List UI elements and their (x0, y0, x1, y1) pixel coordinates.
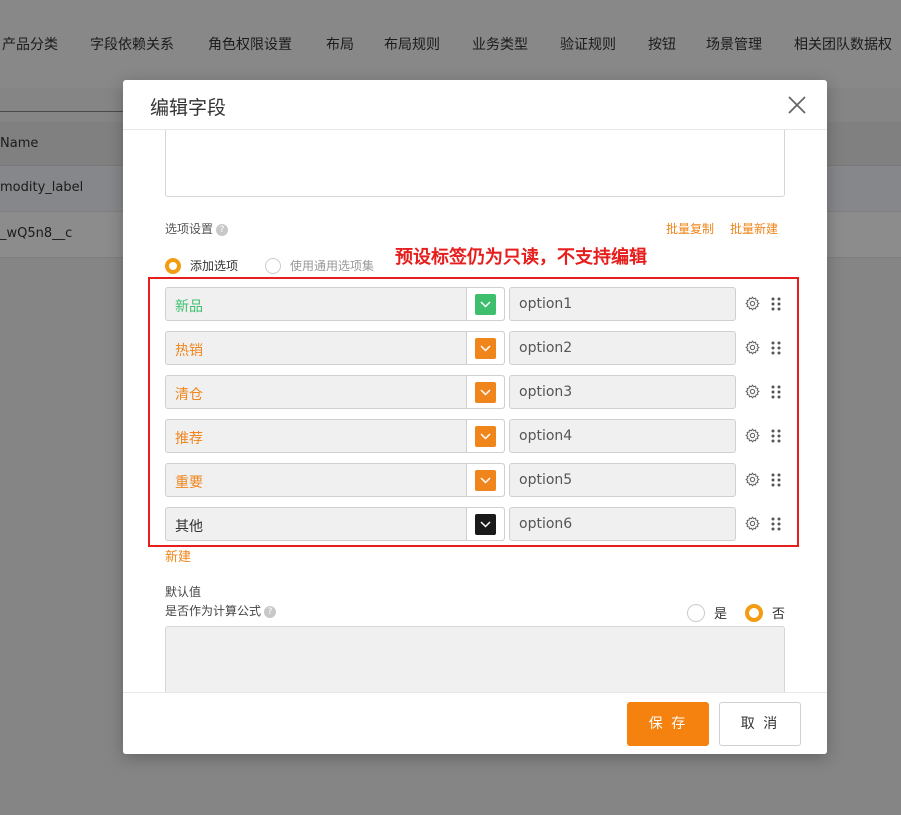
dialog-header: 编辑字段 (123, 80, 827, 130)
radio-checked-icon (165, 257, 181, 274)
option-row: 推荐 option4 (165, 419, 785, 453)
color-swatch (475, 338, 496, 359)
option-label-text: 推荐 (175, 431, 203, 447)
default-value-label: 默认值 (165, 585, 202, 599)
formula-label: 是否作为计算公式? (165, 602, 277, 619)
option-value-text: option4 (519, 428, 573, 444)
description-textarea[interactable] (165, 130, 785, 197)
option-value-field[interactable]: option4 (509, 419, 736, 453)
radio-yes-label: 是 (714, 607, 728, 622)
option-row: 重要 option5 (165, 463, 785, 497)
option-row: 清仓 option3 (165, 375, 785, 409)
radio-checked-icon (745, 603, 763, 622)
add-option-link[interactable]: 新建 (165, 546, 191, 565)
radio-no-label: 否 (772, 607, 786, 622)
color-swatch (475, 382, 496, 403)
color-picker[interactable] (466, 420, 504, 452)
radio-unchecked-icon (265, 257, 281, 274)
radio-use-common-label: 使用通用选项集 (290, 259, 375, 273)
chevron-down-icon (480, 433, 491, 440)
gear-icon[interactable] (745, 384, 760, 399)
drag-handle-icon[interactable] (771, 517, 781, 531)
color-swatch (475, 294, 496, 315)
annotation-text: 预设标签仍为只读，不支持编辑 (395, 247, 647, 268)
color-swatch (475, 470, 496, 491)
drag-handle-icon[interactable] (771, 341, 781, 355)
option-value-field[interactable]: option6 (509, 507, 736, 541)
options-section-label: 选项设置? (165, 220, 229, 237)
color-swatch (475, 514, 496, 535)
option-value-text: option5 (519, 472, 573, 488)
option-value-text: option2 (519, 340, 573, 356)
chevron-down-icon (480, 389, 491, 396)
gear-icon[interactable] (745, 340, 760, 355)
save-button[interactable]: 保 存 (627, 702, 709, 746)
option-label-field: 其他 (165, 507, 505, 541)
radio-add-option[interactable]: 添加选项 (165, 257, 238, 274)
drag-handle-icon[interactable] (771, 297, 781, 311)
dialog-title: 编辑字段 (150, 97, 227, 119)
radio-use-common-set[interactable]: 使用通用选项集 (265, 257, 374, 274)
option-value-text: option1 (519, 296, 573, 312)
color-picker[interactable] (466, 288, 504, 320)
default-value-textarea[interactable] (165, 626, 785, 692)
help-icon[interactable]: ? (216, 223, 229, 236)
drag-handle-icon[interactable] (771, 429, 781, 443)
chevron-down-icon (480, 345, 491, 352)
option-label-text: 新品 (175, 299, 203, 315)
option-row: 热销 option2 (165, 331, 785, 365)
option-label-text: 重要 (175, 475, 203, 491)
option-value-field[interactable]: option3 (509, 375, 736, 409)
close-icon[interactable] (785, 93, 809, 117)
option-label-text: 清仓 (175, 387, 203, 403)
radio-unchecked-icon (687, 603, 705, 622)
option-row: 新品 option1 (165, 287, 785, 321)
option-row: 其他 option6 (165, 507, 785, 541)
gear-icon[interactable] (745, 296, 760, 311)
option-value-field[interactable]: option5 (509, 463, 736, 497)
chevron-down-icon (480, 521, 491, 528)
option-value-field[interactable]: option2 (509, 331, 736, 365)
color-picker[interactable] (466, 332, 504, 364)
cancel-button[interactable]: 取 消 (719, 702, 801, 746)
help-icon[interactable]: ? (264, 605, 277, 618)
options-section-text: 选项设置 (165, 222, 214, 236)
dialog-body: 选项设置? 批量复制 批量新建 添加选项 使用通用选项集 预设标签仍为只读，不支… (123, 130, 827, 692)
option-label-field: 清仓 (165, 375, 505, 409)
edit-field-dialog: 编辑字段 选项设置? 批量复制 批量新建 添加选项 使用通用选项集 预设标签仍为… (123, 80, 827, 754)
gear-icon[interactable] (745, 428, 760, 443)
option-value-field[interactable]: option1 (509, 287, 736, 321)
color-swatch (475, 426, 496, 447)
option-label-field: 新品 (165, 287, 505, 321)
option-value-text: option6 (519, 516, 573, 532)
option-label-field: 推荐 (165, 419, 505, 453)
gear-icon[interactable] (745, 516, 760, 531)
option-label-text: 热销 (175, 343, 203, 359)
formula-label-text: 是否作为计算公式 (165, 604, 262, 618)
drag-handle-icon[interactable] (771, 473, 781, 487)
radio-formula-yes[interactable]: 是 (687, 603, 727, 622)
batch-new-link[interactable]: 批量新建 (730, 220, 778, 237)
option-label-text: 其他 (175, 519, 203, 535)
color-picker[interactable] (466, 376, 504, 408)
radio-formula-no[interactable]: 否 (745, 603, 785, 622)
radio-add-option-label: 添加选项 (190, 259, 239, 273)
gear-icon[interactable] (745, 472, 760, 487)
batch-copy-link[interactable]: 批量复制 (666, 220, 714, 237)
color-picker[interactable] (466, 508, 504, 540)
option-value-text: option3 (519, 384, 573, 400)
chevron-down-icon (480, 477, 491, 484)
option-label-field: 热销 (165, 331, 505, 365)
option-label-field: 重要 (165, 463, 505, 497)
drag-handle-icon[interactable] (771, 385, 781, 399)
color-picker[interactable] (466, 464, 504, 496)
chevron-down-icon (480, 301, 491, 308)
dialog-footer: 保 存 取 消 (123, 692, 827, 754)
